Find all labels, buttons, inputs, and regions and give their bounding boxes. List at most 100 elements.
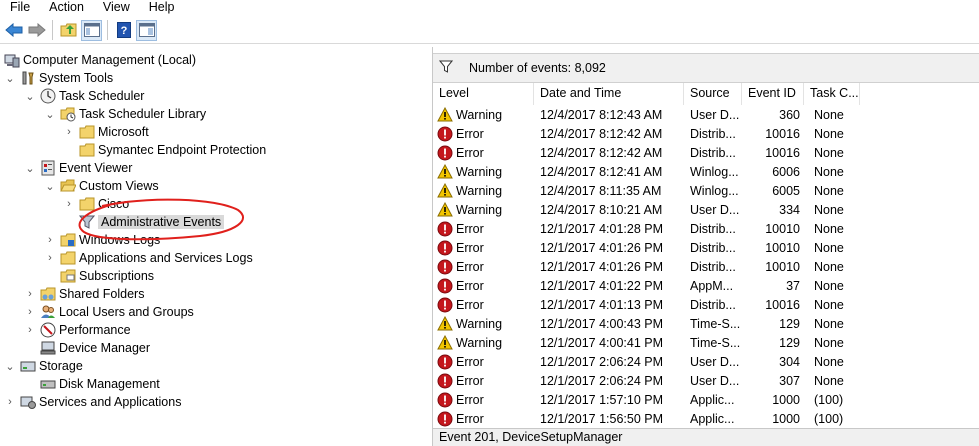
services-icon: [20, 394, 36, 410]
table-row[interactable]: Error 12/1/2017 4:01:13 PM Distrib... 10016…: [433, 295, 979, 314]
show-hide-tree-icon[interactable]: [81, 19, 102, 41]
expand-chevron-icon[interactable]: ›: [24, 321, 36, 339]
tree-item-services-apps[interactable]: › Services and Applications: [4, 393, 181, 411]
folder-icon: [79, 142, 95, 158]
expand-chevron-icon[interactable]: ›: [44, 249, 56, 267]
task-category-cell: None: [814, 373, 844, 388]
back-arrow-icon[interactable]: [3, 20, 24, 41]
collapse-chevron-icon[interactable]: ⌄: [44, 177, 56, 195]
collapse-chevron-icon[interactable]: ⌄: [24, 87, 36, 105]
collapse-chevron-icon[interactable]: ⌄: [4, 357, 16, 375]
tree-item-symantec[interactable]: Symantec Endpoint Protection: [79, 141, 266, 159]
tree-item-cisco[interactable]: › Cisco: [63, 195, 129, 213]
warning-icon: [437, 334, 456, 351]
collapse-chevron-icon[interactable]: ⌄: [4, 69, 16, 87]
tree-item-task-scheduler[interactable]: ⌄ Task Scheduler: [24, 87, 144, 105]
table-row[interactable]: Error 12/1/2017 4:01:26 PM Distrib... 10010…: [433, 257, 979, 276]
event-id-cell: 304: [779, 354, 800, 369]
tree-item-label: Symantec Endpoint Protection: [98, 143, 267, 157]
tree-item-storage[interactable]: ⌄ Storage: [4, 357, 82, 375]
source-cell: Winlog...: [690, 164, 739, 179]
table-row[interactable]: Error 12/1/2017 4:01:28 PM Distrib... 10010…: [433, 219, 979, 238]
tree-item-disk-management[interactable]: Disk Management: [40, 375, 160, 393]
tree-item-custom-views[interactable]: ⌄ Custom Views: [44, 177, 159, 195]
tree-item-local-users-groups[interactable]: › Local Users and Groups: [24, 303, 194, 321]
warning-icon: [437, 315, 456, 332]
tree-item-task-scheduler-library[interactable]: ⌄ Task Scheduler Library: [44, 105, 206, 123]
task-category-cell: None: [814, 240, 844, 255]
events-grid: Warning 12/4/2017 8:12:43 AM User D... 360 N…: [433, 105, 979, 427]
source-cell: Applic...: [690, 411, 735, 426]
level-text: Error: [456, 297, 484, 312]
collapse-chevron-icon[interactable]: ⌄: [44, 105, 56, 123]
table-row[interactable]: Error 12/1/2017 4:01:26 PM Distrib... 10010…: [433, 238, 979, 257]
tree-item-event-viewer[interactable]: ⌄ Event Viewer: [24, 159, 132, 177]
column-header-event-id[interactable]: Event ID: [742, 83, 804, 105]
table-row[interactable]: Warning 12/4/2017 8:11:35 AM Winlog... 6005…: [433, 181, 979, 200]
tree-item-microsoft[interactable]: › Microsoft: [63, 123, 149, 141]
column-header-task-category[interactable]: Task C...: [804, 83, 860, 105]
tree-item-device-manager[interactable]: Device Manager: [40, 339, 150, 357]
level-cell: Error: [433, 278, 534, 294]
event-count: Number of events: 8,092: [469, 61, 606, 75]
date-cell: 12/1/2017 1:57:10 PM: [540, 392, 664, 407]
expand-chevron-icon[interactable]: ›: [63, 195, 75, 213]
folder-clock-icon: [60, 106, 76, 122]
menu-help[interactable]: Help: [139, 0, 184, 16]
table-row[interactable]: Error 12/4/2017 8:12:42 AM Distrib... 10016…: [433, 124, 979, 143]
expand-chevron-icon[interactable]: ›: [4, 393, 16, 411]
expand-chevron-icon[interactable]: ›: [44, 231, 56, 249]
error-icon: [437, 297, 456, 313]
tree-item-root[interactable]: Computer Management (Local): [4, 51, 196, 69]
level-text: Warning: [456, 202, 503, 217]
folder-icon: [79, 124, 95, 140]
table-row[interactable]: Error 12/1/2017 1:57:10 PM Applic... 1000 (1…: [433, 390, 979, 409]
table-row[interactable]: Warning 12/4/2017 8:10:21 AM User D... 334 N…: [433, 200, 979, 219]
events-pane: Number of events: 8,092 Level Date and T…: [432, 47, 979, 446]
collapse-chevron-icon[interactable]: ⌄: [24, 159, 36, 177]
source-cell: User D...: [690, 107, 740, 122]
menu-action[interactable]: Action: [39, 0, 93, 16]
tree-item-app-services-logs[interactable]: › Applications and Services Logs: [44, 249, 253, 267]
forward-arrow-icon[interactable]: [26, 20, 47, 41]
tree-item-performance[interactable]: › Performance: [24, 321, 131, 339]
menu-view[interactable]: View: [93, 0, 139, 16]
properties-pane-icon[interactable]: [136, 19, 157, 41]
level-cell: Error: [433, 411, 534, 427]
tree-item-label: Custom Views: [79, 179, 159, 193]
expand-chevron-icon[interactable]: ›: [63, 123, 75, 141]
toolbar-separator: [107, 20, 108, 40]
error-icon: [437, 240, 456, 256]
table-row[interactable]: Warning 12/1/2017 4:00:41 PM Time-S... 129 N…: [433, 333, 979, 352]
table-row[interactable]: Warning 12/4/2017 8:12:41 AM Winlog... 6006…: [433, 162, 979, 181]
up-folder-icon[interactable]: [58, 20, 79, 41]
tree-item-system-tools[interactable]: ⌄ System Tools: [4, 69, 113, 87]
table-row[interactable]: Error 12/1/2017 4:01:22 PM AppM... 37 None: [433, 276, 979, 295]
tree-item-subscriptions[interactable]: Subscriptions: [60, 267, 154, 285]
tree-item-windows-logs[interactable]: › Windows Logs: [44, 231, 160, 249]
source-cell: Applic...: [690, 392, 735, 407]
level-cell: Warning: [433, 163, 534, 180]
table-row[interactable]: Error 12/1/2017 1:56:50 PM Applic... 1000 (1…: [433, 409, 979, 427]
storage-icon: [20, 358, 36, 374]
table-row[interactable]: Error 12/1/2017 2:06:24 PM User D... 304 Non…: [433, 352, 979, 371]
tree-splitter[interactable]: [425, 47, 431, 446]
source-cell: Distrib...: [690, 126, 736, 141]
column-header-source[interactable]: Source: [684, 83, 742, 105]
table-row[interactable]: Error 12/4/2017 8:12:42 AM Distrib... 10016…: [433, 143, 979, 162]
help-icon[interactable]: ?: [113, 20, 134, 41]
tree-item-administrative-events[interactable]: Administrative Events: [79, 213, 225, 231]
column-header-level[interactable]: Level: [433, 83, 534, 105]
table-row[interactable]: Warning 12/4/2017 8:12:43 AM User D... 360 N…: [433, 105, 979, 124]
source-cell: Distrib...: [690, 145, 736, 160]
tree-item-shared-folders[interactable]: › Shared Folders: [24, 285, 144, 303]
column-header-date[interactable]: Date and Time: [534, 83, 684, 105]
menu-file[interactable]: File: [0, 0, 39, 16]
level-cell: Error: [433, 221, 534, 237]
expand-chevron-icon[interactable]: ›: [24, 303, 36, 321]
expand-chevron-icon[interactable]: ›: [24, 285, 36, 303]
event-id-cell: 6005: [772, 183, 800, 198]
source-cell: Distrib...: [690, 259, 736, 274]
table-row[interactable]: Warning 12/1/2017 4:00:43 PM Time-S... 129 N…: [433, 314, 979, 333]
table-row[interactable]: Error 12/1/2017 2:06:24 PM User D... 307 Non…: [433, 371, 979, 390]
